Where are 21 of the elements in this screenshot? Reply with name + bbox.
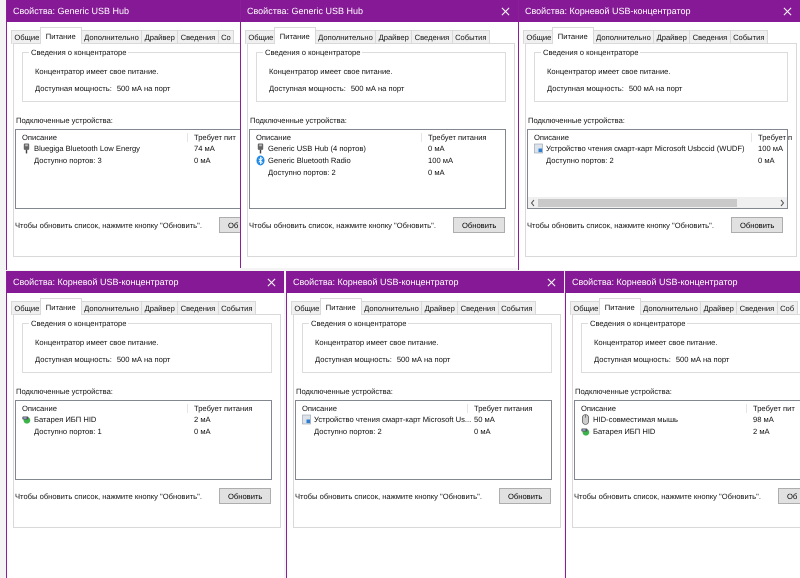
window-title: Свойства: Generic USB Hub: [13, 6, 130, 16]
window-title: Свойства: Корневой USB-концентратор: [293, 277, 458, 287]
window-title: Свойства: Корневой USB-концентратор: [572, 277, 738, 287]
window-title: Свойства: Generic USB Hub: [247, 6, 364, 16]
window-title: Свойства: Корневой USB-концентратор: [525, 6, 690, 16]
horizontal-scrollbar[interactable]: [528, 197, 787, 208]
close-icon[interactable]: [547, 278, 556, 286]
close-icon[interactable]: [501, 6, 510, 16]
battery-globe-icon: [581, 426, 590, 436]
mouse-icon: [581, 414, 590, 424]
scroll-left-icon[interactable]: [530, 198, 536, 206]
scroll-right-icon[interactable]: [779, 198, 785, 206]
window-title: Свойства: Корневой USB-концентратор: [13, 277, 178, 287]
usb-plug-icon: [22, 142, 31, 154]
usb-plug-icon: [256, 142, 265, 154]
close-icon[interactable]: [267, 278, 276, 286]
bluetooth-icon: [256, 154, 265, 166]
battery-globe-icon: [22, 414, 31, 424]
close-icon[interactable]: [783, 6, 792, 16]
card-reader-icon: [534, 142, 543, 154]
card-reader-icon: [302, 414, 311, 424]
